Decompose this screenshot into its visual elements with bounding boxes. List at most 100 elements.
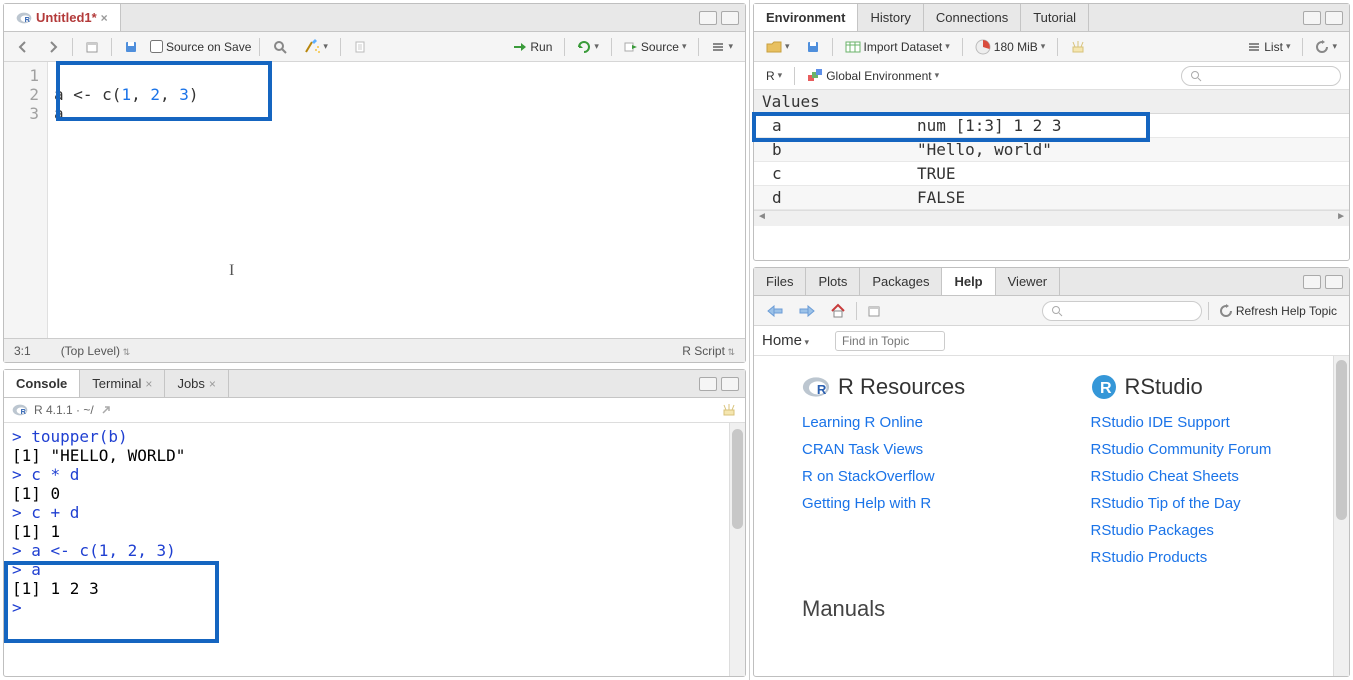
table-row[interactable]: cTRUE xyxy=(754,162,1349,186)
compile-report-button[interactable] xyxy=(349,38,371,56)
view-mode-label: List xyxy=(1264,40,1283,54)
minimize-pane-button[interactable] xyxy=(1303,275,1321,289)
source-button[interactable]: Source xyxy=(620,38,691,56)
load-workspace-button[interactable] xyxy=(762,38,794,56)
close-icon[interactable]: × xyxy=(101,11,108,25)
help-forward-button[interactable] xyxy=(794,302,820,320)
import-dataset-button[interactable]: Import Dataset xyxy=(841,38,954,56)
source-toolbar: Source on Save Run Source xyxy=(4,32,745,62)
minimize-pane-button[interactable] xyxy=(699,11,717,25)
r-version-label: R 4.1.1 · ~/ xyxy=(34,403,94,417)
rstudio-logo-icon: R xyxy=(1091,374,1117,400)
tab-plots[interactable]: Plots xyxy=(806,268,860,295)
code-tools-button[interactable] xyxy=(300,37,332,57)
help-link[interactable]: RStudio Tip of the Day xyxy=(1091,495,1320,512)
help-link[interactable]: RStudio Community Forum xyxy=(1091,441,1320,458)
table-row[interactable]: b"Hello, world" xyxy=(754,138,1349,162)
scrollbar[interactable] xyxy=(754,210,1349,226)
search-icon xyxy=(1051,305,1063,317)
refresh-button[interactable] xyxy=(1311,38,1341,56)
help-link[interactable]: Learning R Online xyxy=(802,414,1031,431)
close-icon[interactable]: × xyxy=(145,377,152,391)
scrollbar[interactable] xyxy=(729,423,745,676)
popout-icon[interactable] xyxy=(100,404,112,416)
tab-terminal[interactable]: Terminal × xyxy=(80,370,165,397)
tab-environment[interactable]: Environment xyxy=(754,4,858,31)
find-button[interactable] xyxy=(268,37,292,57)
help-link[interactable]: Getting Help with R xyxy=(802,495,1031,512)
scope-selector[interactable]: (Top Level) xyxy=(61,344,130,358)
rstudio-heading: RStudio xyxy=(1125,374,1203,400)
svg-text:R: R xyxy=(25,15,31,24)
r-logo-icon: R xyxy=(802,376,830,398)
save-button[interactable] xyxy=(120,38,142,56)
outline-button[interactable] xyxy=(707,38,737,56)
tab-viewer[interactable]: Viewer xyxy=(996,268,1061,295)
help-popout-button[interactable] xyxy=(863,302,885,320)
maximize-pane-button[interactable] xyxy=(721,11,739,25)
language-selector[interactable]: R xyxy=(762,67,786,85)
svg-text:R: R xyxy=(817,382,827,397)
forward-button[interactable] xyxy=(42,38,64,56)
search-icon xyxy=(1190,70,1202,82)
memory-usage-button[interactable]: 180 MiB xyxy=(971,37,1050,57)
tab-connections[interactable]: Connections xyxy=(924,4,1021,31)
source-tab[interactable]: R Untitled1* × xyxy=(4,4,121,31)
refresh-help-button[interactable]: Refresh Help Topic xyxy=(1215,302,1341,320)
close-icon[interactable]: × xyxy=(209,377,216,391)
file-type-selector[interactable]: R Script xyxy=(682,344,735,358)
r-file-icon: R xyxy=(16,11,32,25)
help-link[interactable]: R on StackOverflow xyxy=(802,468,1031,485)
code-editor[interactable]: 1 2 3 a <- c(1, 2, 3) a I xyxy=(4,62,745,338)
import-dataset-label: Import Dataset xyxy=(864,40,943,54)
help-breadcrumb[interactable]: Home xyxy=(762,332,809,349)
find-in-topic-input[interactable] xyxy=(835,331,945,351)
environment-selector[interactable]: Global Environment xyxy=(803,67,943,85)
source-on-save-checkbox[interactable]: Source on Save xyxy=(150,40,251,54)
source-on-save-label: Source on Save xyxy=(166,40,251,54)
help-search-input[interactable] xyxy=(1042,301,1202,321)
help-link[interactable]: RStudio Products xyxy=(1091,549,1320,566)
refresh-help-label: Refresh Help Topic xyxy=(1236,304,1337,318)
env-tabstrip: Environment History Connections Tutorial xyxy=(754,4,1349,32)
view-mode-button[interactable]: List xyxy=(1243,38,1294,56)
cursor-position: 3:1 xyxy=(14,344,31,358)
tab-packages[interactable]: Packages xyxy=(860,268,942,295)
scrollbar[interactable] xyxy=(1333,356,1349,676)
tab-console[interactable]: Console xyxy=(4,370,80,397)
values-section-header: Values xyxy=(754,90,1349,114)
run-label: Run xyxy=(530,40,552,54)
rerun-button[interactable] xyxy=(573,38,603,56)
help-content: R R Resources Learning R Online CRAN Tas… xyxy=(754,356,1349,676)
minimize-pane-button[interactable] xyxy=(1303,11,1321,25)
env-scope-label: Global Environment xyxy=(826,69,931,83)
maximize-pane-button[interactable] xyxy=(1325,275,1343,289)
environment-table: anum [1:3] 1 2 3 b"Hello, world" cTRUE d… xyxy=(754,114,1349,210)
table-row[interactable]: dFALSE xyxy=(754,186,1349,210)
save-workspace-button[interactable] xyxy=(802,38,824,56)
help-link[interactable]: RStudio IDE Support xyxy=(1091,414,1320,431)
minimize-pane-button[interactable] xyxy=(699,377,717,391)
r-logo-icon: R xyxy=(12,403,28,417)
back-button[interactable] xyxy=(12,38,34,56)
console-output[interactable]: > toupper(b) [1] "HELLO, WORLD" > c * d … xyxy=(4,423,745,676)
run-button[interactable]: Run xyxy=(509,38,556,56)
console-header: R R 4.1.1 · ~/ xyxy=(4,398,745,423)
table-row[interactable]: anum [1:3] 1 2 3 xyxy=(754,114,1349,138)
search-input[interactable] xyxy=(1181,66,1341,86)
help-link[interactable]: RStudio Cheat Sheets xyxy=(1091,468,1320,485)
tab-history[interactable]: History xyxy=(858,4,923,31)
help-back-button[interactable] xyxy=(762,302,788,320)
tab-files[interactable]: Files xyxy=(754,268,806,295)
help-home-button[interactable] xyxy=(826,301,850,321)
help-link[interactable]: RStudio Packages xyxy=(1091,522,1320,539)
tab-help[interactable]: Help xyxy=(942,268,995,295)
help-link[interactable]: CRAN Task Views xyxy=(802,441,1031,458)
maximize-pane-button[interactable] xyxy=(1325,11,1343,25)
clear-console-icon[interactable] xyxy=(721,402,737,418)
tab-tutorial[interactable]: Tutorial xyxy=(1021,4,1089,31)
maximize-pane-button[interactable] xyxy=(721,377,739,391)
tab-jobs[interactable]: Jobs × xyxy=(165,370,228,397)
clear-objects-button[interactable] xyxy=(1066,37,1090,57)
show-in-new-window-button[interactable] xyxy=(81,38,103,56)
